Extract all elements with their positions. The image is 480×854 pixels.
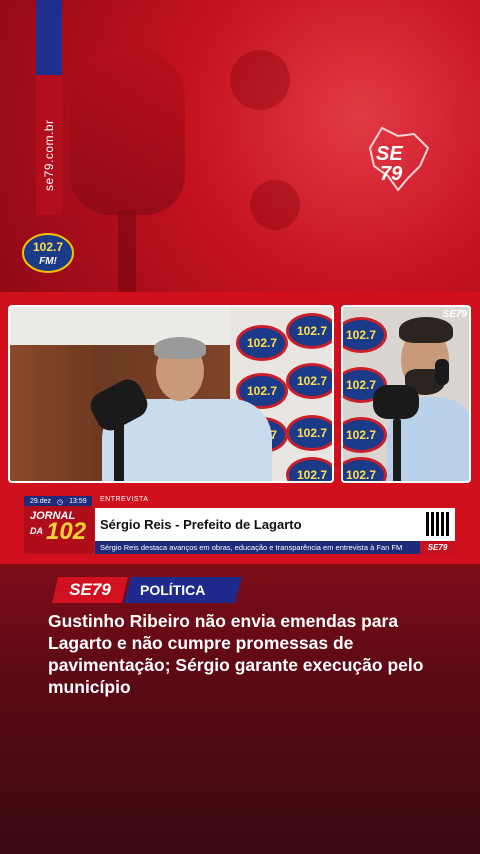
- microphone-arm: [114, 423, 124, 481]
- badge-row: SE79 POLÍTICA: [52, 577, 242, 603]
- header-banner: se79.com.br SE 79 102.7 FM!: [0, 0, 480, 292]
- background-speaker: [250, 180, 300, 230]
- backdrop-logo: 102.7: [286, 457, 332, 481]
- site-url: se79.com.br: [42, 119, 56, 191]
- background-speaker: [230, 50, 290, 110]
- video-panel-host: 102.7 102.7 102.7 102.7 SE79: [341, 305, 471, 483]
- svg-text:102.7: 102.7: [33, 240, 63, 254]
- microphone-graphic: [70, 45, 185, 215]
- svg-text:SE: SE: [376, 143, 403, 165]
- svg-text:79: 79: [380, 163, 403, 185]
- backdrop-logo: 102.7: [343, 457, 387, 481]
- backdrop-logo: 102.7: [286, 363, 332, 399]
- video-panel-guest: 102.7 102.7 102.7 102.7 102.7 102.7 102.…: [8, 305, 334, 483]
- backdrop-logo: 102.7: [343, 417, 387, 453]
- brand-badge: SE79: [52, 577, 128, 603]
- ticker-brand: SE79: [420, 541, 455, 554]
- headphones: [435, 359, 449, 385]
- microphone: [373, 385, 419, 419]
- qr-code-icon: [424, 510, 452, 538]
- news-card[interactable]: [0, 564, 480, 854]
- backdrop-logo: 102.7: [286, 415, 332, 451]
- show-logo: JORNAL DA 102: [24, 506, 94, 554]
- time-label: 13:59: [69, 498, 87, 505]
- show-logo-line2: DA: [30, 526, 43, 536]
- article-headline[interactable]: Gustinho Ribeiro não envia emendas para …: [48, 610, 438, 698]
- category-badge[interactable]: POLÍTICA: [124, 577, 242, 603]
- backdrop-logo: 102.7: [343, 317, 387, 353]
- backdrop-logo: 102.7: [286, 313, 332, 349]
- segment-tag: ENTREVISTA: [100, 496, 149, 503]
- microphone-arm: [393, 419, 401, 481]
- se79-logo-icon: SE 79: [368, 126, 430, 192]
- fm-logo-icon: 102.7 FM!: [22, 233, 74, 273]
- show-logo-number: 102: [46, 518, 87, 545]
- guest-hair: [154, 337, 206, 359]
- date-label: 29.dez: [30, 498, 52, 505]
- corner-logo: SE79: [442, 309, 467, 320]
- host-hair: [399, 317, 453, 343]
- side-strip-blue: [36, 0, 62, 75]
- guest-name-title: Sérgio Reis - Prefeito de Lagarto: [95, 508, 455, 541]
- microphone-stand-graphic: [118, 210, 136, 292]
- svg-text:FM!: FM!: [39, 256, 57, 267]
- backdrop-logo: 102.7: [236, 325, 288, 361]
- clock-icon: ◷: [57, 498, 64, 506]
- ticker-subtitle: Sérgio Reis destaca avanços em obras, ed…: [95, 541, 455, 554]
